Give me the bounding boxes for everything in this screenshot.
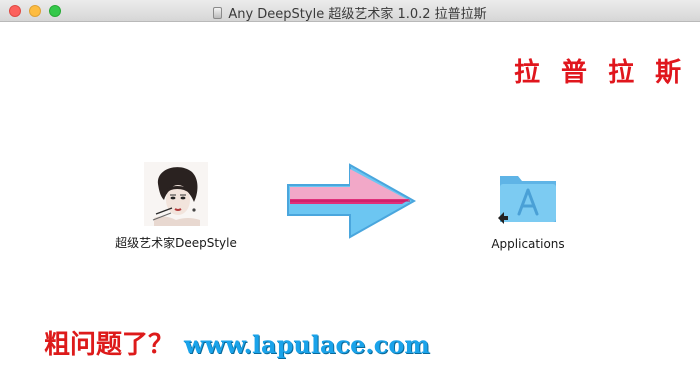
applications-label: Applications bbox=[491, 237, 565, 251]
title-bar: Any DeepStyle 超级艺术家 1.0.2 拉普拉斯 bbox=[0, 0, 700, 22]
window-title-wrap: Any DeepStyle 超级艺术家 1.0.2 拉普拉斯 bbox=[0, 3, 700, 22]
applications-folder[interactable]: Applications bbox=[476, 168, 580, 251]
disk-image-icon bbox=[213, 7, 223, 19]
drag-arrow-icon bbox=[286, 163, 418, 241]
watermark-bottom: 粗问题了？ www.lapulace.com bbox=[44, 324, 430, 361]
applications-folder-icon[interactable] bbox=[496, 168, 560, 226]
watermark-question: 粗问题了？ bbox=[44, 330, 175, 360]
app-portrait-icon[interactable] bbox=[144, 162, 208, 226]
app-item[interactable]: 超级艺术家DeepStyle bbox=[110, 162, 242, 251]
window-title: Any DeepStyle 超级艺术家 1.0.2 拉普拉斯 bbox=[228, 7, 487, 22]
app-label: 超级艺术家DeepStyle bbox=[115, 236, 237, 250]
watermark-top: 拉 普 拉 斯 bbox=[514, 58, 688, 88]
watermark-url: www.lapulace.com bbox=[184, 330, 430, 359]
